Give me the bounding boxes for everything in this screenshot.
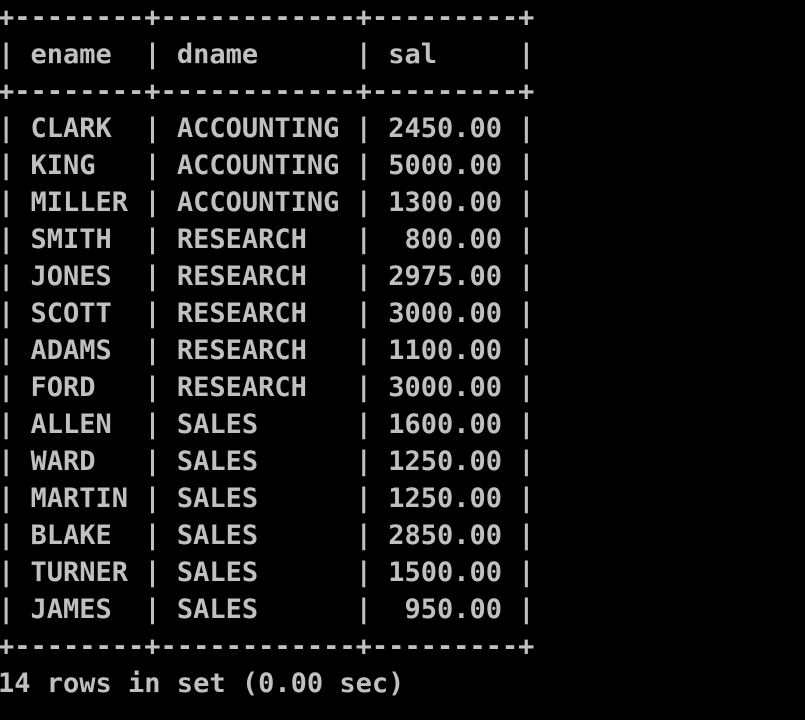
cell-ename: SMITH xyxy=(30,224,129,255)
table-row: | JAMES | SALES | 950.00 | xyxy=(0,594,535,625)
cell-dname: SALES xyxy=(176,520,340,551)
cell-sal: 1500.00 xyxy=(388,557,502,588)
cell-sal: 2850.00 xyxy=(388,520,502,551)
table-header-row: | ename | dname | sal | xyxy=(0,39,535,70)
cell-dname: SALES xyxy=(176,483,340,514)
cell-ename: MARTIN xyxy=(30,483,129,514)
cell-ename: MILLER xyxy=(30,187,129,218)
cell-dname: ACCOUNTING xyxy=(176,150,340,181)
column-header-sal: sal xyxy=(388,39,502,70)
table-border-bottom: +--------+------------+---------+ xyxy=(0,631,535,662)
table-row: | ADAMS | RESEARCH | 1100.00 | xyxy=(0,335,535,366)
table-border-top: +--------+------------+---------+ xyxy=(0,2,535,33)
cell-dname: RESEARCH xyxy=(176,335,340,366)
table-row: | BLAKE | SALES | 2850.00 | xyxy=(0,520,535,551)
table-row: | KING | ACCOUNTING | 5000.00 | xyxy=(0,150,535,181)
cell-ename: SCOTT xyxy=(30,298,129,329)
cell-ename: KING xyxy=(30,150,129,181)
cell-dname: SALES xyxy=(176,409,340,440)
cell-sal: 3000.00 xyxy=(388,372,502,403)
cell-ename: WARD xyxy=(30,446,129,477)
cell-dname: SALES xyxy=(176,557,340,588)
cell-ename: CLARK xyxy=(30,113,129,144)
cell-sal: 2975.00 xyxy=(388,261,502,292)
cell-ename: JONES xyxy=(30,261,129,292)
cell-sal: 1600.00 xyxy=(388,409,502,440)
cell-ename: ALLEN xyxy=(30,409,129,440)
table-row: | CLARK | ACCOUNTING | 2450.00 | xyxy=(0,113,535,144)
cell-dname: RESEARCH xyxy=(176,224,340,255)
cell-dname: RESEARCH xyxy=(176,298,340,329)
cell-dname: SALES xyxy=(176,446,340,477)
cell-dname: ACCOUNTING xyxy=(176,187,340,218)
cell-dname: RESEARCH xyxy=(176,261,340,292)
cell-sal: 1300.00 xyxy=(388,187,502,218)
column-header-dname: dname xyxy=(176,39,340,70)
query-status: 14 rows in set (0.00 sec) xyxy=(0,668,405,699)
cell-ename: FORD xyxy=(30,372,129,403)
table-row: | SMITH | RESEARCH | 800.00 | xyxy=(0,224,535,255)
table-row: | SCOTT | RESEARCH | 3000.00 | xyxy=(0,298,535,329)
table-row: | FORD | RESEARCH | 3000.00 | xyxy=(0,372,535,403)
table-row: | JONES | RESEARCH | 2975.00 | xyxy=(0,261,535,292)
table-row: | MILLER | ACCOUNTING | 1300.00 | xyxy=(0,187,535,218)
table-row: | ALLEN | SALES | 1600.00 | xyxy=(0,409,535,440)
cell-sal: 950.00 xyxy=(388,594,502,625)
cell-ename: BLAKE xyxy=(30,520,129,551)
cell-sal: 1250.00 xyxy=(388,483,502,514)
column-header-ename: ename xyxy=(30,39,129,70)
cell-dname: SALES xyxy=(176,594,340,625)
cell-dname: RESEARCH xyxy=(176,372,340,403)
cell-ename: TURNER xyxy=(30,557,129,588)
cell-ename: JAMES xyxy=(30,594,129,625)
table-row: | WARD | SALES | 1250.00 | xyxy=(0,446,535,477)
terminal-window[interactable]: +--------+------------+---------+ | enam… xyxy=(0,0,805,720)
table-row: | TURNER | SALES | 1500.00 | xyxy=(0,557,535,588)
cell-ename: ADAMS xyxy=(30,335,129,366)
table-border-header: +--------+------------+---------+ xyxy=(0,76,535,107)
cell-sal: 3000.00 xyxy=(388,298,502,329)
cell-dname: ACCOUNTING xyxy=(176,113,340,144)
cell-sal: 5000.00 xyxy=(388,150,502,181)
table-row: | MARTIN | SALES | 1250.00 | xyxy=(0,483,535,514)
cell-sal: 1100.00 xyxy=(388,335,502,366)
cell-sal: 800.00 xyxy=(388,224,502,255)
cell-sal: 1250.00 xyxy=(388,446,502,477)
cell-sal: 2450.00 xyxy=(388,113,502,144)
